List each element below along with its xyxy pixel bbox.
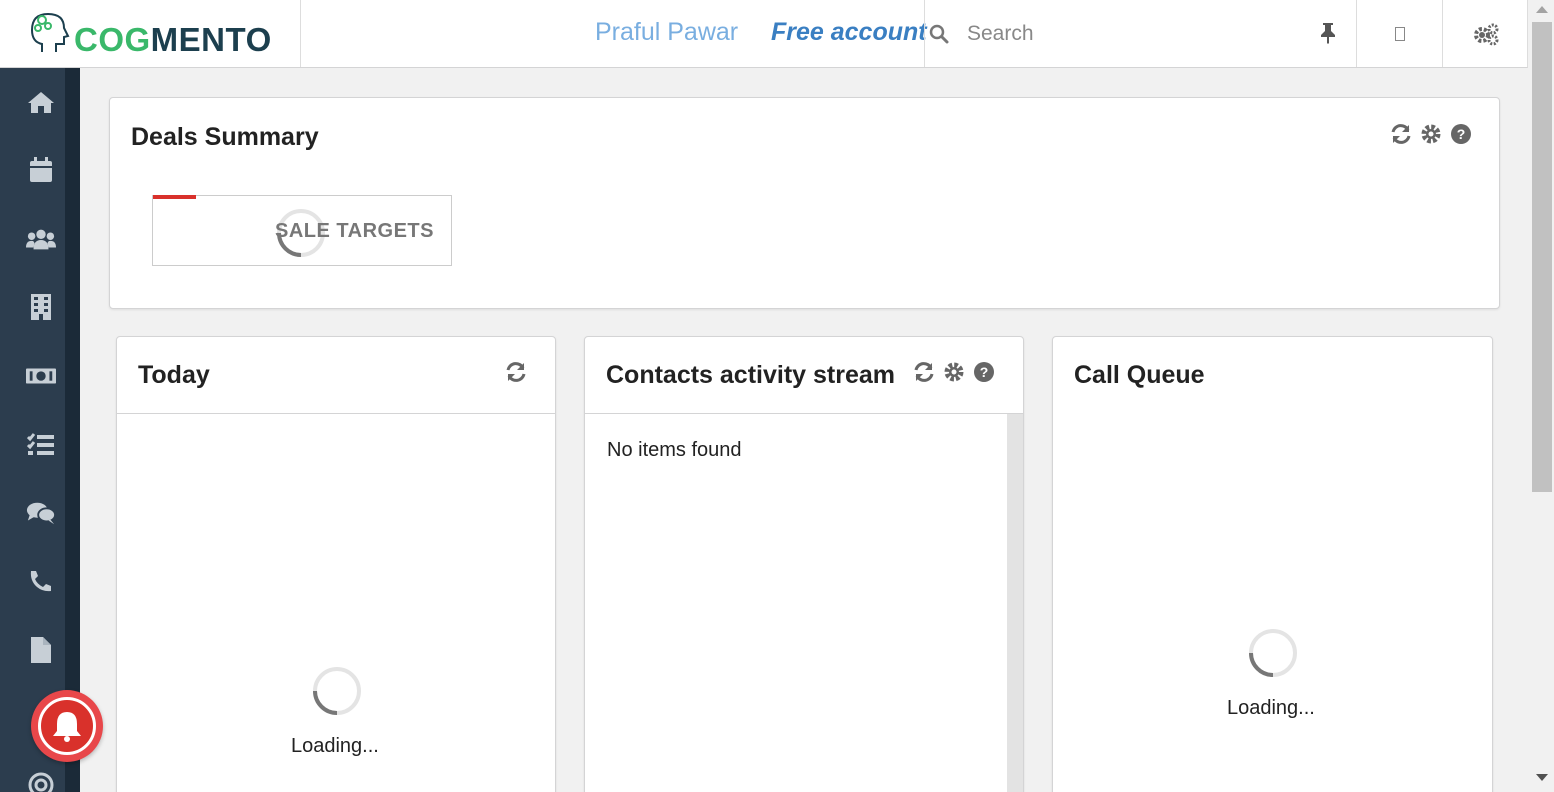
today-divider bbox=[117, 413, 555, 414]
contacts-empty-text: No items found bbox=[607, 439, 742, 461]
search-bar bbox=[924, 0, 1356, 67]
sidebar-edge bbox=[65, 68, 80, 792]
calendar-icon bbox=[30, 157, 52, 182]
sidebar-item-calls[interactable] bbox=[26, 566, 56, 596]
settings-button[interactable] bbox=[1442, 0, 1528, 67]
message-icon bbox=[1394, 26, 1405, 41]
notification-bell-button[interactable] bbox=[31, 690, 103, 762]
deals-summary-card: Deals Summary ? SALE TARGETS bbox=[109, 97, 1500, 309]
contacts-divider bbox=[585, 413, 1023, 414]
deals-refresh-button[interactable] bbox=[1389, 122, 1413, 146]
gear-icon bbox=[944, 362, 964, 382]
comments-icon bbox=[26, 502, 56, 525]
scroll-thumb[interactable] bbox=[1532, 22, 1552, 492]
sidebar-item-calendar[interactable] bbox=[26, 155, 56, 185]
bell-icon bbox=[53, 712, 81, 742]
contacts-activity-card: Contacts activity stream ? No items foun… bbox=[584, 336, 1024, 792]
account-type-link[interactable]: Free account bbox=[771, 18, 927, 47]
search-icon bbox=[929, 24, 949, 44]
notification-bell-inner bbox=[38, 697, 96, 755]
deals-settings-button[interactable] bbox=[1419, 122, 1443, 146]
help-icon: ? bbox=[974, 362, 994, 382]
brand-name: COGMENTO bbox=[74, 21, 272, 59]
today-loading-spinner bbox=[313, 667, 361, 715]
svg-text:?: ? bbox=[1457, 126, 1466, 142]
phone-icon bbox=[30, 571, 51, 592]
contacts-activity-title: Contacts activity stream bbox=[606, 361, 896, 389]
gear-icon bbox=[1421, 124, 1441, 144]
refresh-icon bbox=[914, 362, 934, 382]
scroll-down-arrow[interactable] bbox=[1536, 774, 1548, 781]
deals-summary-title: Deals Summary bbox=[131, 123, 319, 151]
today-refresh-button[interactable] bbox=[504, 360, 528, 384]
sidebar-item-tasks[interactable] bbox=[26, 430, 56, 460]
page-scrollbar[interactable] bbox=[1528, 0, 1554, 792]
sidebar-item-home[interactable] bbox=[26, 87, 56, 117]
today-card: Today Loading... bbox=[116, 336, 556, 792]
message-button[interactable] bbox=[1356, 0, 1442, 67]
call-queue-loading-spinner bbox=[1249, 629, 1297, 677]
sidebar-item-companies[interactable] bbox=[26, 292, 56, 322]
brand-part2: MENTO bbox=[150, 20, 272, 58]
users-icon bbox=[26, 229, 56, 250]
sale-targets-label: SALE TARGETS bbox=[275, 220, 434, 242]
sidebar-item-deals[interactable] bbox=[26, 361, 56, 391]
call-queue-loading-text: Loading... bbox=[1227, 697, 1315, 719]
help-icon: ? bbox=[1451, 124, 1471, 144]
svg-text:?: ? bbox=[980, 364, 989, 380]
refresh-icon bbox=[506, 362, 526, 382]
search-input[interactable] bbox=[967, 18, 1297, 50]
sidebar-item-documents[interactable] bbox=[26, 635, 56, 665]
sidebar-item-campaigns[interactable] bbox=[26, 770, 56, 792]
sidebar-item-contacts[interactable] bbox=[26, 224, 56, 254]
money-icon bbox=[26, 368, 56, 384]
file-icon bbox=[31, 637, 51, 663]
call-queue-title: Call Queue bbox=[1074, 361, 1205, 389]
contacts-refresh-button[interactable] bbox=[912, 360, 936, 384]
tasks-icon bbox=[27, 433, 54, 455]
user-name[interactable]: Praful Pawar bbox=[595, 18, 738, 47]
sidebar-item-cases[interactable] bbox=[26, 498, 56, 528]
today-loading-text: Loading... bbox=[291, 735, 379, 757]
refresh-icon bbox=[1391, 124, 1411, 144]
contacts-settings-button[interactable] bbox=[942, 360, 966, 384]
sale-targets-tile[interactable]: SALE TARGETS bbox=[152, 195, 452, 266]
top-header: COGMENTO Praful Pawar Free account bbox=[0, 0, 1528, 68]
target-icon bbox=[28, 772, 54, 792]
contacts-scrollbar[interactable] bbox=[1007, 414, 1023, 792]
deals-help-button[interactable]: ? bbox=[1449, 122, 1473, 146]
brand-part1: COG bbox=[74, 20, 151, 58]
scroll-up-arrow[interactable] bbox=[1536, 6, 1548, 13]
pin-icon[interactable] bbox=[1319, 22, 1337, 44]
building-icon bbox=[31, 294, 51, 320]
call-queue-card: Call Queue Loading... bbox=[1052, 336, 1493, 792]
logo-head-icon bbox=[30, 12, 70, 52]
today-title: Today bbox=[138, 361, 210, 389]
contacts-help-button[interactable]: ? bbox=[972, 360, 996, 384]
home-icon bbox=[28, 92, 54, 113]
settings-cogs-icon bbox=[1473, 23, 1498, 45]
sale-targets-accent-bar bbox=[153, 195, 196, 199]
logo[interactable]: COGMENTO bbox=[0, 0, 301, 67]
